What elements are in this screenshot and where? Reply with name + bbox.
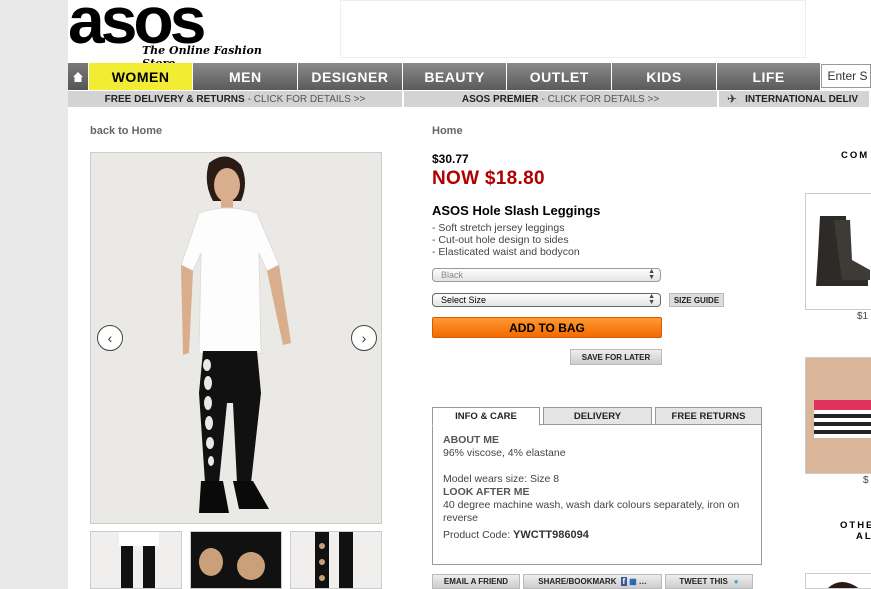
- underwear-image: [806, 358, 871, 473]
- about-heading: ABOUT ME: [443, 434, 499, 446]
- asos-logo[interactable]: asos The Online Fashion Store: [68, 0, 278, 70]
- sidebar-product-3[interactable]: [805, 573, 871, 589]
- chevron-left-icon: ‹: [107, 330, 113, 346]
- size-select-value: Select Size: [441, 295, 487, 305]
- colour-select-value: Black: [441, 270, 464, 280]
- sidebar-product-underwear[interactable]: [805, 357, 871, 474]
- product-code-label: Product Code:: [443, 529, 511, 541]
- original-price: $30.77: [432, 152, 469, 166]
- info-tabs: INFO & CARE DELIVERY FREE RETURNS: [432, 407, 762, 426]
- colour-select[interactable]: Black ▲ ▼: [432, 268, 661, 282]
- feature-item: - Soft stretch jersey leggings: [432, 222, 565, 234]
- product-code-value: YWCTT986094: [513, 529, 589, 541]
- product-code: Product Code: YWCTT986094: [443, 529, 758, 542]
- tweet-this-label: TWEET THIS: [679, 577, 728, 586]
- sidebar-price-1: $1: [857, 311, 869, 322]
- product-features: - Soft stretch jersey leggings - Cut-out…: [432, 222, 580, 258]
- free-delivery-details: - CLICK FOR DETAILS >>: [247, 93, 366, 105]
- other-heading-line-2: AL: [856, 531, 871, 542]
- select-arrows-icon: ▲ ▼: [648, 293, 655, 306]
- product-name: ASOS Hole Slash Leggings: [432, 203, 601, 218]
- header: asos The Online Fashion Store: [68, 0, 871, 70]
- thumbnail-1-image: [91, 532, 181, 588]
- share-bar: EMAIL A FRIEND SHARE/BOOKMARK f ▦ … TWEE…: [432, 574, 762, 589]
- tab-free-returns[interactable]: FREE RETURNS: [655, 407, 762, 425]
- feature-item: - Cut-out hole design to sides: [432, 234, 569, 246]
- breadcrumb[interactable]: Home: [432, 125, 463, 137]
- sidebar-product-boots[interactable]: [805, 193, 871, 310]
- sidebar-product-3-image: [806, 574, 871, 588]
- care-heading: LOOK AFTER ME: [443, 486, 530, 498]
- sale-price: NOW $18.80: [432, 168, 545, 189]
- search-input[interactable]: Enter S: [821, 64, 871, 88]
- promo-bar: FREE DELIVERY & RETURNS - CLICK FOR DETA…: [68, 91, 871, 107]
- care-text: 40 degree machine wash, wash dark colour…: [443, 499, 740, 524]
- size-guide-button[interactable]: SIZE GUIDE: [669, 293, 724, 307]
- airplane-icon: ✈: [727, 92, 738, 106]
- international-delivery-promo[interactable]: ✈ INTERNATIONAL DELIV: [719, 91, 869, 107]
- previous-image-button[interactable]: ‹: [97, 325, 123, 351]
- add-to-bag-button[interactable]: ADD TO BAG: [432, 317, 662, 338]
- about-text: 96% viscose, 4% elastane: [443, 447, 566, 459]
- more-icon: …: [638, 577, 647, 586]
- info-content: ABOUT ME 96% viscose, 4% elastane Model …: [443, 434, 758, 542]
- nav-tab-women[interactable]: WOMEN: [88, 63, 193, 90]
- tab-delivery[interactable]: DELIVERY: [543, 407, 652, 425]
- twitter-icon: ●: [733, 577, 739, 586]
- sidebar-price-2: $: [863, 475, 869, 486]
- international-delivery-label: INTERNATIONAL DELIV: [745, 93, 859, 105]
- next-image-button[interactable]: ›: [351, 325, 377, 351]
- asos-premier-promo[interactable]: ASOS PREMIER - CLICK FOR DETAILS >>: [404, 91, 717, 107]
- share-bookmark-button[interactable]: SHARE/BOOKMARK f ▦ …: [523, 574, 662, 589]
- nav-tab-life[interactable]: LIFE: [716, 63, 821, 90]
- complete-look-heading: COM: [841, 150, 870, 161]
- share-bookmark-label: SHARE/BOOKMARK: [538, 577, 617, 586]
- product-main-image[interactable]: ‹ ›: [90, 152, 382, 524]
- tweet-this-button[interactable]: TWEET THIS ●: [665, 574, 753, 589]
- model-size-text: Model wears size: Size 8: [443, 473, 560, 485]
- nav-tab-men[interactable]: MEN: [193, 63, 298, 90]
- image-thumbnails: [90, 531, 382, 589]
- chevron-right-icon: ›: [361, 330, 367, 346]
- boots-image: [806, 194, 871, 309]
- nav-tab-beauty[interactable]: BEAUTY: [402, 63, 507, 90]
- main-nav: WOMEN MEN DESIGNER BEAUTY OUTLET KIDS LI…: [68, 63, 871, 90]
- page: asos The Online Fashion Store WOMEN MEN …: [0, 0, 871, 589]
- save-for-later-button[interactable]: SAVE FOR LATER: [570, 349, 662, 365]
- asos-premier-details: - CLICK FOR DETAILS >>: [541, 93, 660, 105]
- asos-premier-label: ASOS PREMIER: [461, 93, 539, 105]
- email-a-friend-button[interactable]: EMAIL A FRIEND: [432, 574, 520, 589]
- thumbnail-2[interactable]: [190, 531, 282, 589]
- page-container: asos The Online Fashion Store WOMEN MEN …: [68, 0, 871, 589]
- free-delivery-promo[interactable]: FREE DELIVERY & RETURNS - CLICK FOR DETA…: [68, 91, 402, 107]
- nav-tab-outlet[interactable]: OUTLET: [507, 63, 612, 90]
- thumbnail-2-image: [191, 532, 281, 588]
- thumbnail-3-image: [291, 532, 381, 588]
- ad-banner: [340, 0, 806, 58]
- other-heading: OTHE: [840, 520, 871, 531]
- nav-tab-designer[interactable]: DESIGNER: [298, 63, 402, 90]
- windows-icon: ▦: [629, 577, 637, 586]
- feature-item: - Elasticated waist and bodycon: [432, 246, 580, 258]
- select-arrows-icon: ▲ ▼: [648, 268, 655, 281]
- thumbnail-1[interactable]: [90, 531, 182, 589]
- size-select[interactable]: Select Size ▲ ▼: [432, 293, 661, 307]
- model-illustration: [91, 153, 381, 523]
- home-icon[interactable]: [68, 63, 88, 90]
- back-to-home-link[interactable]: back to Home: [90, 125, 162, 137]
- facebook-icon: f: [620, 577, 628, 586]
- tab-info-care[interactable]: INFO & CARE: [432, 407, 540, 426]
- nav-tab-kids[interactable]: KIDS: [612, 63, 716, 90]
- free-delivery-label: FREE DELIVERY & RETURNS: [104, 93, 245, 105]
- thumbnail-3[interactable]: [290, 531, 382, 589]
